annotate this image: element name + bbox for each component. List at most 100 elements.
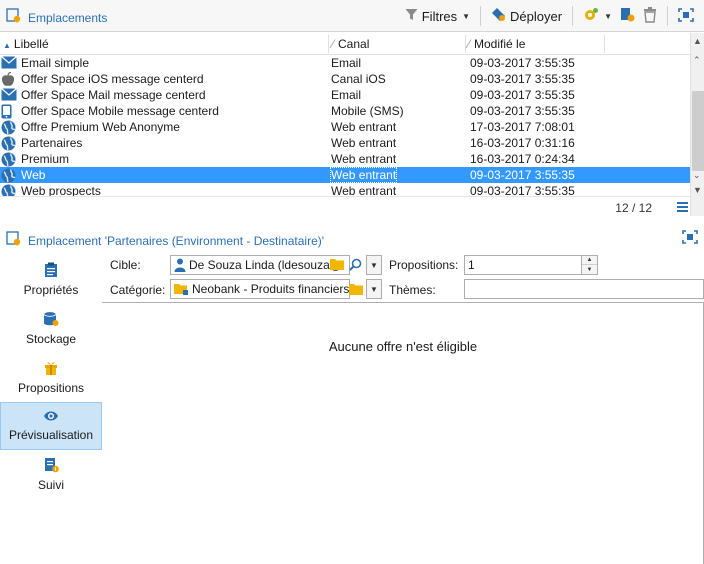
table-row[interactable]: Offre Premium Web Anonyme Web entrant 17-0… xyxy=(0,119,690,135)
list-rows: Email simple Email 09-03-2017 3:55:35 Offer… xyxy=(0,55,690,199)
column-header-canal[interactable]: ⁄ Canal xyxy=(332,37,369,51)
location-pin-icon xyxy=(6,8,22,27)
cell-canal: Email xyxy=(331,56,362,70)
list-scrollbar[interactable]: ▲ ⌃ ⌄ ▼ xyxy=(690,33,704,216)
scrollbar-thumb[interactable] xyxy=(692,91,704,171)
cell-modified: 16-03-2017 0:24:34 xyxy=(470,152,575,166)
cible-value: De Souza Linda (ldesouza@ xyxy=(189,258,342,272)
toolbar-actions: Filtres ▼ Déployer ▼ xyxy=(401,5,698,27)
cible-dropdown-button[interactable]: ▼ xyxy=(366,255,382,275)
nav-item-propositions[interactable]: Propositions xyxy=(0,354,102,402)
cell-canal: Web entrant xyxy=(331,136,397,150)
search-icon[interactable] xyxy=(349,258,362,274)
funnel-icon xyxy=(405,8,418,24)
cell-label: Offre Premium Web Anonyme xyxy=(21,120,180,134)
propositions-value: 1 xyxy=(468,258,475,272)
cell-canal: Mobile (SMS) xyxy=(331,104,404,118)
trash-icon xyxy=(643,6,657,26)
eye-icon xyxy=(1,409,101,426)
list-title: Emplacements xyxy=(28,10,108,25)
sort-ascending-icon: ▲ xyxy=(3,41,11,50)
filters-button[interactable]: Filtres ▼ xyxy=(401,5,474,27)
delete-button[interactable] xyxy=(639,5,661,27)
category-folder-icon xyxy=(174,283,189,296)
column-divider[interactable] xyxy=(328,35,329,53)
folder-icon[interactable] xyxy=(330,258,344,273)
scroll-up-icon[interactable]: ⌃ xyxy=(693,55,701,66)
table-row[interactable]: Premium Web entrant 16-03-2017 0:24:34 xyxy=(0,151,690,167)
column-divider[interactable] xyxy=(604,35,605,53)
table-row[interactable]: Partenaires Web entrant 16-03-2017 0:31:16 xyxy=(0,135,690,151)
cell-modified: 17-03-2017 7:08:01 xyxy=(470,120,575,134)
database-icon xyxy=(0,311,102,330)
decrement-icon[interactable]: ▼ xyxy=(582,265,597,274)
cible-label: Cible: xyxy=(110,258,141,272)
new-item-button[interactable] xyxy=(616,5,639,27)
empty-preview-message: Aucune offre n'est éligible xyxy=(328,339,478,354)
maximize-detail-icon[interactable] xyxy=(682,230,698,247)
chevron-down-icon: ▼ xyxy=(462,11,471,21)
nav-label: Prévisualisation xyxy=(8,428,94,442)
propositions-input[interactable]: 1 ▲ ▼ xyxy=(464,255,598,275)
cell-canal: Canal iOS xyxy=(331,72,386,86)
toolbar-separator xyxy=(572,6,574,26)
cell-canal: Web entrant xyxy=(329,167,398,183)
deploy-label: Déployer xyxy=(510,8,563,24)
cell-modified: 09-03-2017 3:55:35 xyxy=(470,104,575,118)
categorie-dropdown-button[interactable]: ▼ xyxy=(366,279,382,299)
preview-form: Cible: De Souza Linda (ldesouza@ ▼ Propo… xyxy=(102,252,704,564)
propositions-stepper[interactable]: ▲ ▼ xyxy=(581,256,597,274)
email-icon xyxy=(1,56,17,70)
folder-icon[interactable] xyxy=(349,283,363,298)
themes-input[interactable] xyxy=(464,279,704,299)
list-header: ▲ Libellé ⁄ Canal ⁄ Modifié le xyxy=(0,33,690,55)
placements-list: ▲ Libellé ⁄ Canal ⁄ Modifié le Email simple… xyxy=(0,33,704,216)
cible-field[interactable]: De Souza Linda (ldesouza@ xyxy=(170,255,350,275)
deploy-button[interactable]: Déployer xyxy=(487,5,566,27)
cell-label: Email simple xyxy=(21,56,90,70)
cell-label: Offer Space Mail message centerd xyxy=(21,88,206,102)
column-divider[interactable] xyxy=(465,35,466,53)
maximize-icon xyxy=(678,7,694,25)
cell-canal: Web entrant xyxy=(331,120,397,134)
nav-item-suivi[interactable]: Suivi xyxy=(0,451,102,499)
scroll-up-icon[interactable]: ▲ xyxy=(693,36,702,46)
nav-item-previsualisation[interactable]: Prévisualisation xyxy=(0,402,102,450)
detail-side-nav: Propriétés Stockage Propositions Prévisu… xyxy=(0,252,102,564)
list-footer: 12 / 12 xyxy=(0,196,690,216)
table-row[interactable]: Email simple Email 09-03-2017 3:55:35 xyxy=(0,55,690,71)
maximize-list-button[interactable] xyxy=(674,5,698,27)
preview-area: Aucune offre n'est éligible xyxy=(102,302,704,564)
categorie-value: Neobank - Produits financiers xyxy=(192,282,350,296)
globe-icon xyxy=(1,136,17,151)
list-settings-icon[interactable] xyxy=(677,201,688,215)
table-row[interactable]: Offer Space iOS message centerd Canal iOS… xyxy=(0,71,690,87)
cell-label: Partenaires xyxy=(21,136,83,150)
scroll-down-icon[interactable]: ⌄ xyxy=(693,170,701,181)
cell-modified: 09-03-2017 3:55:35 xyxy=(470,88,575,102)
increment-icon[interactable]: ▲ xyxy=(582,256,597,265)
detail-title-area: Emplacement 'Partenaires (Environment - … xyxy=(6,231,324,250)
cell-label: Offer Space iOS message centerd xyxy=(21,72,204,86)
location-pin-icon xyxy=(6,231,22,250)
toolbar-separator xyxy=(667,6,668,26)
categorie-field[interactable]: Neobank - Produits financiers xyxy=(170,279,350,299)
globe-icon xyxy=(1,152,17,167)
table-row[interactable]: Web Web entrant 09-03-2017 3:55:35 xyxy=(0,167,690,183)
table-row[interactable]: Offer Space Mobile message centerd Mobile… xyxy=(0,103,690,119)
scroll-down-icon[interactable]: ▼ xyxy=(693,185,702,195)
column-header-label[interactable]: ▲ Libellé xyxy=(3,37,49,51)
actions-menu-button[interactable]: ▼ xyxy=(579,5,616,27)
column-header-modified[interactable]: ⁄ Modifié le xyxy=(468,37,525,51)
clipboard-icon xyxy=(0,262,102,281)
toolbar-separator xyxy=(480,6,482,26)
nav-item-proprietes[interactable]: Propriétés xyxy=(0,256,102,304)
chevron-down-icon: ▼ xyxy=(370,260,378,270)
globe-icon xyxy=(1,168,17,183)
person-icon xyxy=(174,258,186,272)
record-count: 12 / 12 xyxy=(615,201,652,215)
detail-title: Emplacement 'Partenaires (Environment - … xyxy=(28,233,325,248)
table-row[interactable]: Offer Space Mail message centerd Email 09-… xyxy=(0,87,690,103)
themes-label: Thèmes: xyxy=(389,283,436,297)
nav-item-stockage[interactable]: Stockage xyxy=(0,305,102,353)
